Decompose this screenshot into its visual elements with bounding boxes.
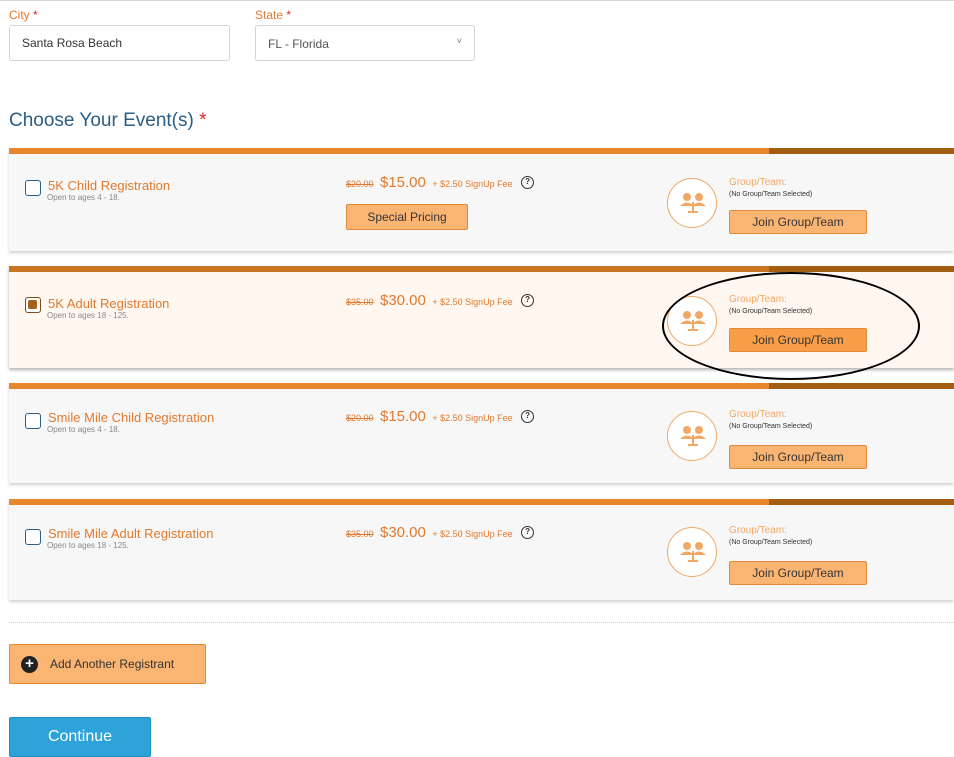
event-checkbox-smile-mile-child[interactable] — [25, 413, 41, 429]
group-team-status: (No Group/Team Selected) — [729, 308, 813, 315]
original-price: $20.00 — [346, 413, 374, 423]
group-team-icon — [667, 178, 717, 228]
city-input[interactable] — [9, 25, 230, 61]
event-price-line: $20.00 $15.00 + $2.50 SignUp Fee ? — [346, 174, 535, 192]
current-price: $15.00 — [379, 408, 426, 425]
state-select-value: FL - Florida — [268, 37, 329, 51]
group-team-label: Group/Team: — [729, 525, 787, 536]
group-team-status: (No Group/Team Selected) — [729, 423, 813, 430]
plus-circle-icon: + — [21, 656, 38, 673]
signup-fee: + $2.50 SignUp Fee — [432, 179, 513, 189]
chevron-down-icon: ˅ — [456, 36, 462, 46]
event-ages: Open to ages 18 - 125. — [47, 311, 129, 320]
city-label: City * — [9, 8, 38, 22]
event-checkbox-5k-child[interactable] — [25, 180, 41, 196]
current-price: $15.00 — [379, 174, 426, 191]
section-divider — [9, 622, 954, 623]
event-price-line: $20.00 $15.00 + $2.50 SignUp Fee ? — [346, 408, 535, 426]
group-team-status: (No Group/Team Selected) — [729, 191, 813, 198]
event-card-5k-child: 5K Child Registration Open to ages 4 - 1… — [9, 148, 954, 251]
signup-fee: + $2.50 SignUp Fee — [432, 297, 513, 307]
help-icon[interactable]: ? — [521, 176, 535, 189]
state-label: State * — [255, 8, 291, 22]
event-name: Smile Mile Child Registration — [48, 410, 215, 425]
group-team-label: Group/Team: — [729, 177, 787, 188]
help-icon[interactable]: ? — [521, 526, 535, 539]
group-team-label: Group/Team: — [729, 409, 787, 420]
choose-events-heading-text: Choose Your Event(s) — [9, 110, 194, 131]
add-another-registrant-label: Add Another Registrant — [50, 657, 175, 671]
group-team-icon — [667, 411, 717, 461]
group-team-status: (No Group/Team Selected) — [729, 539, 813, 546]
current-price: $30.00 — [379, 524, 426, 541]
join-group-team-button[interactable]: Join Group/Team — [729, 210, 867, 234]
event-ages: Open to ages 18 - 125. — [47, 541, 129, 550]
event-price-line: $35.00 $30.00 + $2.50 SignUp Fee ? — [346, 292, 535, 310]
required-asterisk: * — [33, 8, 38, 22]
original-price: $20.00 — [346, 179, 374, 189]
event-checkbox-5k-adult[interactable] — [25, 297, 41, 313]
add-another-registrant-button[interactable]: + Add Another Registrant — [9, 644, 206, 684]
state-label-text: State — [255, 8, 284, 22]
event-card-smile-mile-child: Smile Mile Child Registration Open to ag… — [9, 383, 954, 483]
original-price: $35.00 — [346, 297, 374, 307]
event-checkbox-smile-mile-adult[interactable] — [25, 529, 41, 545]
event-name: 5K Child Registration — [48, 178, 171, 193]
group-team-label: Group/Team: — [729, 294, 787, 305]
choose-events-heading: Choose Your Event(s) * — [9, 110, 207, 132]
event-name: Smile Mile Adult Registration — [48, 526, 214, 541]
help-icon[interactable]: ? — [521, 410, 535, 423]
join-group-team-button[interactable]: Join Group/Team — [729, 561, 867, 585]
signup-fee: + $2.50 SignUp Fee — [432, 413, 513, 423]
event-card-smile-mile-adult: Smile Mile Adult Registration Open to ag… — [9, 499, 954, 600]
help-icon[interactable]: ? — [521, 294, 535, 307]
state-select[interactable]: FL - Florida ˅ — [255, 25, 475, 61]
signup-fee: + $2.50 SignUp Fee — [432, 529, 513, 539]
join-group-team-button[interactable]: Join Group/Team — [729, 328, 867, 352]
original-price: $35.00 — [346, 529, 374, 539]
current-price: $30.00 — [379, 292, 426, 309]
event-name: 5K Adult Registration — [48, 296, 170, 311]
special-pricing-button[interactable]: Special Pricing — [346, 204, 468, 230]
event-ages: Open to ages 4 - 18. — [47, 425, 120, 434]
group-team-icon — [667, 527, 717, 577]
required-asterisk: * — [199, 110, 207, 131]
group-team-icon — [667, 296, 717, 346]
join-group-team-button[interactable]: Join Group/Team — [729, 445, 867, 469]
event-card-5k-adult: 5K Adult Registration Open to ages 18 - … — [9, 266, 954, 368]
required-asterisk: * — [286, 8, 292, 22]
continue-button[interactable]: Continue — [9, 717, 151, 757]
top-divider — [0, 0, 954, 1]
event-price-line: $35.00 $30.00 + $2.50 SignUp Fee ? — [346, 524, 535, 542]
city-label-text: City — [9, 8, 30, 22]
event-ages: Open to ages 4 - 18. — [47, 193, 120, 202]
